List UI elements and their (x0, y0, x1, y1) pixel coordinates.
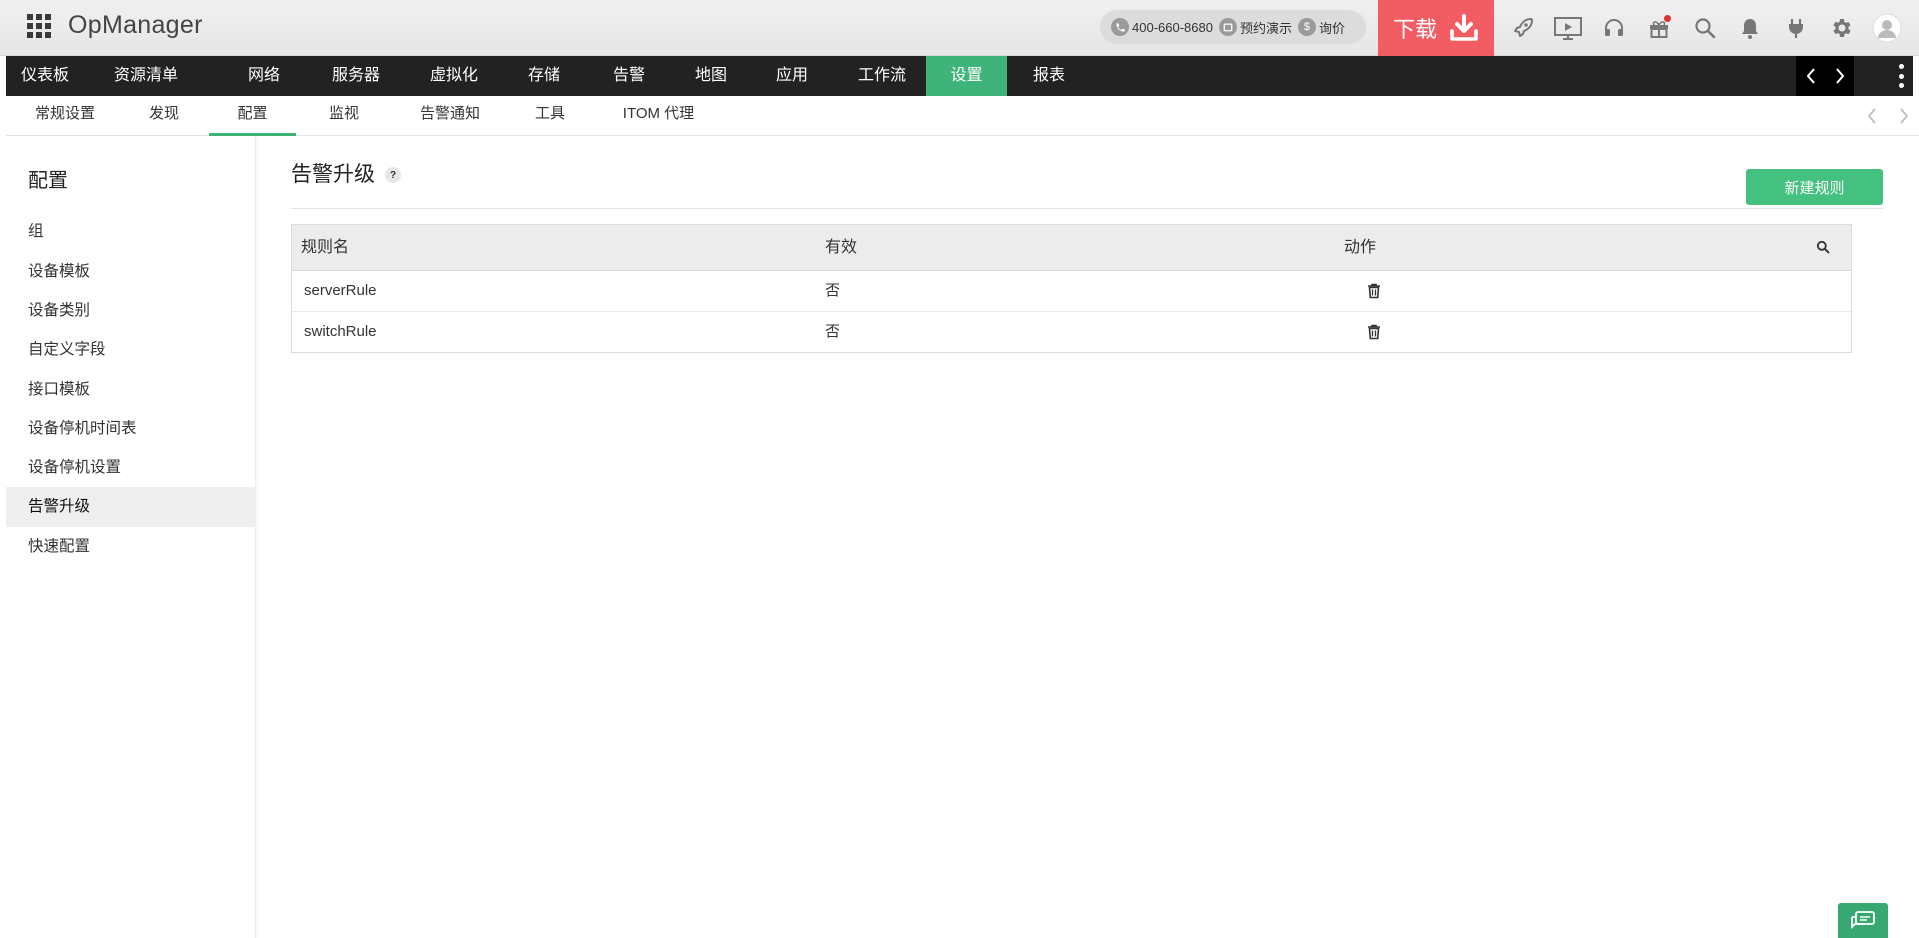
page-title: 告警升级 (291, 163, 375, 186)
nav-item-maps[interactable]: 地图 (678, 56, 744, 96)
column-header-enabled[interactable]: 有效 (825, 225, 857, 271)
headset-icon[interactable] (1591, 0, 1637, 56)
app-window: OpManager 400-660-8680 预约演示 $ 询价 下载 仪表板 … (0, 0, 1919, 938)
phone-number: 400-660-8680 (1132, 19, 1213, 35)
sidebar-item-groups[interactable]: 组 (6, 212, 256, 252)
nav-item-workflow[interactable]: 工作流 (836, 56, 928, 96)
nav-item-inventory[interactable]: 资源清单 (110, 56, 182, 96)
sidebar-item-custom-fields[interactable]: 自定义字段 (6, 330, 256, 370)
top-bar: OpManager 400-660-8680 预约演示 $ 询价 下载 (0, 0, 1919, 56)
demo-link[interactable]: 预约演示 (1218, 18, 1292, 37)
column-header-actions: 动作 (1344, 239, 1377, 256)
nav-item-settings[interactable]: 设置 (926, 56, 1007, 96)
contact-pill: 400-660-8680 预约演示 $ 询价 (1100, 10, 1366, 44)
gift-icon[interactable] (1637, 0, 1683, 56)
nav-item-apps[interactable]: 应用 (759, 56, 825, 96)
rules-table: 规则名 有效 动作 serverRule 否 switchRule 否 (291, 224, 1852, 353)
table-row: switchRule 否 (292, 312, 1851, 353)
nav-item-network[interactable]: 网络 (231, 56, 297, 96)
subnav-item-general[interactable]: 常规设置 (23, 96, 107, 136)
table-search-icon[interactable] (1816, 240, 1830, 254)
subnav-item-configuration[interactable]: 配置 (209, 96, 296, 136)
subnav-item-tools[interactable]: 工具 (520, 96, 580, 136)
help-icon[interactable]: ? (385, 167, 401, 183)
subnav-item-discovery[interactable]: 发现 (134, 96, 194, 136)
subnav-item-itom-agent[interactable]: ITOM 代理 (606, 96, 711, 136)
column-header-rule-name[interactable]: 规则名 (301, 225, 349, 271)
enabled-cell: 否 (825, 323, 841, 340)
title-divider (291, 208, 1883, 209)
sidebar-item-interface-templates[interactable]: 接口模板 (6, 370, 256, 410)
quote-link[interactable]: $ 询价 (1297, 18, 1345, 37)
plug-icon[interactable] (1773, 0, 1819, 56)
sidebar-item-alarm-escalation[interactable]: 告警升级 (6, 487, 256, 527)
subnav-chevron-right-icon[interactable] (1898, 107, 1910, 125)
table-row: serverRule 否 (292, 271, 1851, 312)
nav-item-storage[interactable]: 存储 (511, 56, 577, 96)
sidebar-item-device-templates[interactable]: 设备模板 (6, 252, 256, 292)
app-grid-icon[interactable] (27, 14, 51, 38)
nav-item-alarms[interactable]: 告警 (596, 56, 662, 96)
user-avatar-icon[interactable] (1864, 0, 1910, 56)
trash-icon[interactable] (1367, 324, 1381, 340)
panel-title: 配置 (28, 170, 68, 192)
sidebar-item-downtime-settings[interactable]: 设备停机设置 (6, 448, 256, 488)
quote-label: 询价 (1318, 20, 1345, 36)
subnav-item-monitoring[interactable]: 监视 (308, 96, 380, 136)
demo-label: 预约演示 (1239, 20, 1292, 36)
app-brand: OpManager (68, 11, 203, 39)
sidebar-item-device-categories[interactable]: 设备类别 (6, 291, 256, 331)
dollar-icon: $ (1297, 18, 1316, 36)
enabled-cell: 否 (825, 282, 841, 299)
notification-dot (1664, 15, 1671, 22)
download-button[interactable]: 下载 (1378, 0, 1494, 56)
phone-link[interactable]: 400-660-8680 (1111, 18, 1213, 36)
rocket-icon[interactable] (1500, 0, 1546, 56)
gear-icon[interactable] (1819, 0, 1865, 56)
table-header: 规则名 有效 动作 (292, 225, 1851, 271)
chevron-left-icon[interactable] (1805, 67, 1817, 85)
phone-icon (1111, 18, 1129, 36)
search-icon[interactable] (1682, 0, 1728, 56)
chat-button[interactable] (1838, 903, 1888, 938)
left-panel: 配置 组 设备模板 设备类别 自定义字段 接口模板 设备停机时间表 设备停机设置… (6, 136, 256, 938)
new-rule-button[interactable]: 新建规则 (1746, 169, 1883, 205)
rule-name-cell[interactable]: serverRule (304, 271, 377, 311)
rule-name-cell[interactable]: switchRule (304, 312, 377, 352)
download-label: 下载 (1392, 17, 1437, 42)
trash-icon[interactable] (1367, 283, 1381, 299)
sidebar-item-quick-config[interactable]: 快速配置 (6, 527, 256, 567)
bell-icon[interactable] (1728, 0, 1774, 56)
top-icon-bar (1500, 0, 1910, 56)
main-nav: 仪表板 资源清单 网络 服务器 虚拟化 存储 告警 地图 应用 工作流 设置 报… (6, 56, 1913, 96)
presentation-icon[interactable] (1546, 0, 1592, 56)
more-vert-icon[interactable] (1899, 64, 1905, 88)
subnav-item-notifications[interactable]: 告警通知 (404, 96, 496, 136)
sub-nav: 常规设置 发现 配置 监视 告警通知 工具 ITOM 代理 (6, 96, 1919, 136)
chevron-right-icon[interactable] (1834, 67, 1846, 85)
nav-item-servers[interactable]: 服务器 (310, 56, 402, 96)
chat-icon (1851, 910, 1875, 929)
nav-scroll-arrows (1796, 56, 1854, 96)
subnav-chevron-left-icon[interactable] (1866, 107, 1878, 125)
nav-item-virtualization[interactable]: 虚拟化 (406, 56, 502, 96)
nav-item-reports[interactable]: 报表 (1016, 56, 1082, 96)
nav-item-dashboard[interactable]: 仪表板 (6, 56, 84, 96)
download-icon (1450, 14, 1478, 41)
calendar-icon (1218, 18, 1237, 36)
sidebar-item-downtime-schedules[interactable]: 设备停机时间表 (6, 409, 256, 449)
